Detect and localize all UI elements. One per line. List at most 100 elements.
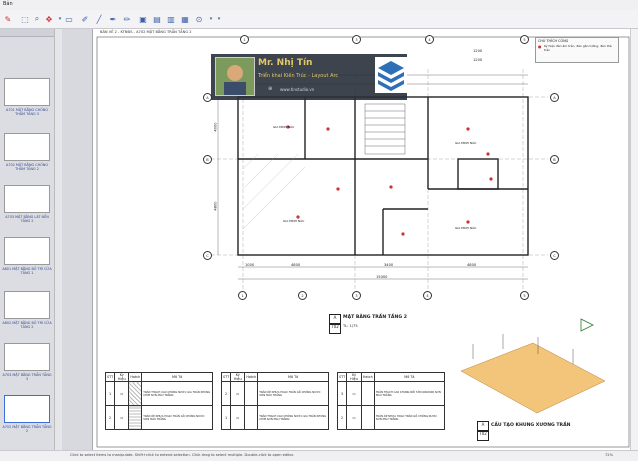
- grid-marker-a-right: A: [550, 93, 559, 102]
- document-tab[interactable]: BẢN VẼ 2 - KTNĐS - A702 MẶT BẰNG TRẦN TẦ…: [100, 30, 192, 34]
- section-title: CẤU TẠO KHUNG XƯƠNG TRẦN: [491, 423, 571, 428]
- grid-marker-3: 3: [352, 35, 361, 44]
- room-tag-3: GIA ĐÌNH NÂU: [283, 219, 305, 223]
- cell-hatch: [360, 405, 375, 430]
- legend-table-2: STT Ký Hiệu Hatch Mô Tả 2 ▭ TRẦN ỐP NHỰA HOẠC…: [220, 372, 329, 430]
- th-symbol: Ký Hiệu: [230, 372, 246, 382]
- thumbnails-scrollbar[interactable]: [54, 29, 62, 450]
- pan-icon[interactable]: ✥: [44, 14, 54, 24]
- select-icon[interactable]: ⬚: [20, 14, 30, 24]
- grid-marker-4-bottom: 4: [423, 291, 432, 300]
- room-tag-2: GIA ĐÌNH NÂU: [455, 141, 477, 145]
- cell-stt: 1: [104, 381, 116, 406]
- dim-left-1: 4800: [213, 201, 218, 211]
- grid-marker-c: C: [203, 251, 212, 260]
- doc2-icon[interactable]: ▥: [166, 14, 176, 24]
- cell-hatch: [128, 405, 143, 430]
- cell-stt: 2: [336, 405, 348, 430]
- th-symbol: Ký Hiệu: [114, 372, 130, 382]
- thumbnails-header: [0, 29, 62, 37]
- cell-hatch: [244, 405, 259, 430]
- brush-icon[interactable]: ✐: [80, 14, 90, 24]
- zoom-icon[interactable]: ⌕: [32, 14, 42, 24]
- cell-desc: TRẦN THẠCH CAO KHUNG NỔI TẤM 600X600 SƠN…: [373, 381, 446, 406]
- line-icon[interactable]: ╱: [94, 14, 104, 24]
- th-desc: Mô Tả: [373, 372, 446, 382]
- room-tag-1: GIA ĐÌNH NÂU: [273, 125, 295, 129]
- doc-icon[interactable]: ▤: [152, 14, 162, 24]
- stamp-icon[interactable]: ▣: [138, 14, 148, 24]
- cell-stt: 1: [220, 405, 232, 430]
- thumbnail-3[interactable]: [4, 185, 50, 213]
- grid-marker-b: B: [203, 155, 212, 164]
- cell-desc: TRẦN THẠCH CAO CHỐNG NƯỚC GIA TRẦN KHUNG…: [141, 381, 213, 406]
- grid-marker-b-right: B: [550, 155, 559, 164]
- th-hatch: Hatch: [244, 372, 259, 382]
- thumbnail-label-6: A703 MẶT BẰNG TRẦN TẦNG 3: [2, 373, 52, 381]
- plan-title-sheet: 702: [329, 323, 341, 334]
- right-scrollbar[interactable]: [630, 29, 638, 450]
- layers-icon: [378, 61, 404, 91]
- more-icon[interactable]: ▾: [214, 14, 224, 24]
- thumbnail-1[interactable]: [4, 78, 50, 106]
- main-toolbar: ✎ ⬚ ⌕ ✥ ▾ ▭ ✐ ╱ ✒ ✏ ▣ ▤ ▥ ▦ ⊙ ▾ ▾: [0, 10, 638, 29]
- pen-icon[interactable]: ✎: [3, 14, 13, 24]
- grid-marker-3-bottom: 3: [352, 291, 361, 300]
- cell-desc: TRẦN ỐP NHỰA HOẠC TRẦN GỖ CHỐNG NƯỚC SƠN…: [257, 381, 329, 406]
- grid-marker-c-right: C: [550, 251, 559, 260]
- dim-top-3: 1200: [473, 49, 483, 53]
- dim-bottom-0: 1000: [245, 263, 255, 267]
- markup-legend-panel[interactable]: CHÚ THÍCH CÔNG ● Ký hiệu đèn âm trần, đè…: [535, 37, 619, 63]
- grid-marker-4: 4: [425, 35, 434, 44]
- thumbnail-label-3: A703 MẶT BẰNG LÁT NỀN TẦNG 2: [5, 215, 49, 223]
- cell-stt: 2: [104, 405, 116, 430]
- grid-marker-2-bottom: 2: [298, 291, 307, 300]
- thumbnail-label-1: A701 MẶT BẰNG CHỐNG THẤM TẦNG 3: [6, 108, 48, 116]
- cell-symbol: ▭: [346, 381, 362, 406]
- plan-title: MẶT BẰNG TRẦN TẦNG 2: [343, 315, 407, 320]
- thumbnail-6[interactable]: [4, 343, 50, 371]
- thumbnail-2[interactable]: [4, 133, 50, 161]
- eyedropper-icon[interactable]: ✒: [108, 14, 118, 24]
- cell-symbol: ▭: [230, 381, 246, 406]
- panel-title: CHÚ THÍCH CÔNG: [538, 39, 569, 43]
- dim-left-0: 4000: [213, 122, 218, 132]
- cell-stt: 3: [336, 381, 348, 406]
- avatar: [215, 57, 255, 96]
- cell-hatch: [360, 381, 375, 406]
- dim-bottom-total: 15000: [376, 275, 388, 279]
- cell-symbol: ▭: [346, 405, 362, 430]
- th-stt: STT: [104, 372, 116, 382]
- plan-scale: TL: 1/75: [343, 324, 358, 328]
- th-hatch: Hatch: [128, 372, 143, 382]
- banner-subtitle: Triển khai Kiến Trúc - Layout Arc: [258, 73, 339, 79]
- cell-symbol: ▭: [114, 405, 130, 430]
- thumbnail-5[interactable]: [4, 291, 50, 319]
- grid-marker-1-bottom: 1: [238, 291, 247, 300]
- thumbnail-label-4: A801 MẶT BẰNG BỐ TRÍ CỬA TẦNG 1: [2, 267, 52, 275]
- dim-bottom-3: 4800: [467, 263, 477, 267]
- grid-marker-1: 1: [240, 35, 249, 44]
- room-tag-4: GIA ĐÌNH NÂU: [455, 226, 477, 230]
- zoom-level[interactable]: 72%: [605, 453, 613, 457]
- status-bar: Click to select items to manipulate. Shi…: [0, 450, 638, 461]
- banner-url: www.tinstudio.vn: [280, 87, 315, 92]
- thumbnail-label-7: A702 MẶT BẰNG TRẦN TẦNG 2: [2, 425, 52, 433]
- globe-icon: ⊕: [268, 86, 273, 92]
- frame-icon[interactable]: ▭: [64, 14, 74, 24]
- th-desc: Mô Tả: [141, 372, 213, 382]
- thumbnail-label-2: A702 MẶT BẰNG CHỐNG THẤM TẦNG 2: [6, 163, 48, 171]
- legend-table-3: STT Ký Hiệu Hatch Mô Tả 3 ▭ TRẦN THẠCH CAO KH…: [336, 372, 446, 430]
- pencil-icon[interactable]: ✏: [122, 14, 132, 24]
- avatar-image: [216, 58, 254, 95]
- grid-marker-5: 5: [520, 35, 529, 44]
- help-icon[interactable]: ⊙: [194, 14, 204, 24]
- thumbnail-4[interactable]: [4, 237, 50, 265]
- grid-marker-5-bottom: 5: [520, 291, 529, 300]
- save-icon[interactable]: ▦: [180, 14, 190, 24]
- thumbnail-7-active[interactable]: [4, 395, 50, 423]
- dim-bottom-2: 3400: [384, 263, 394, 267]
- legend-table-1: STT Ký Hiệu Hatch Mô Tả 1 ▭ TRẦN THẠCH CAO CH…: [104, 372, 213, 430]
- status-text: Click to select items to manipulate. Shi…: [70, 453, 295, 457]
- banner-name: Mr. Nhị Tín: [258, 58, 313, 68]
